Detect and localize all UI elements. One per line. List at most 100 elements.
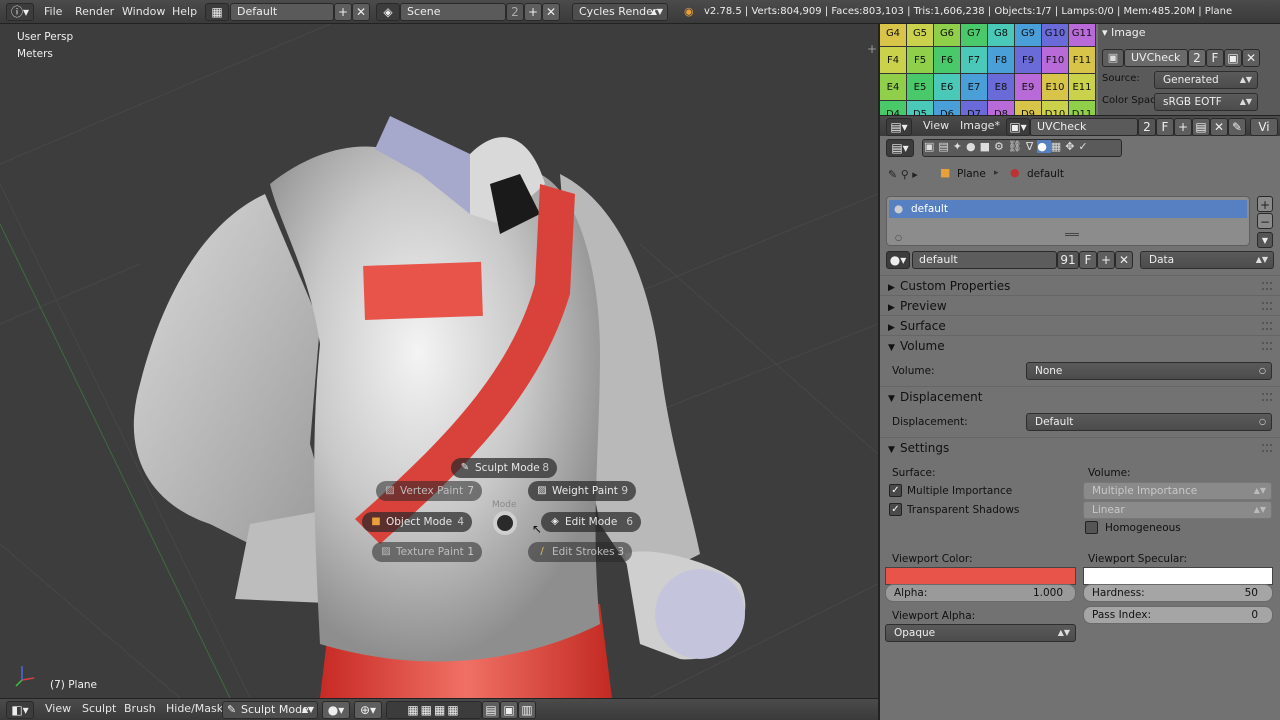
panel-settings[interactable]: ▼ Settings	[880, 437, 1280, 457]
image-fake-user-button[interactable]: F	[1206, 49, 1224, 67]
pie-item-vertex-paint[interactable]: ▨ Vertex Paint 7	[376, 481, 482, 501]
list-filter-icon[interactable]: ○	[895, 233, 902, 242]
list-resize-handle[interactable]	[1065, 233, 1079, 236]
material-unlink-button[interactable]: ✕	[1115, 251, 1133, 269]
object-data-icon: ■	[940, 166, 951, 179]
view3d-editor-type-button[interactable]: ◧▾	[6, 701, 34, 719]
image-browse-icon[interactable]: ▣	[1102, 49, 1124, 67]
panel-custom-properties[interactable]: ▶ Custom Properties	[880, 275, 1280, 295]
panel-displacement[interactable]: ▼ Displacement	[880, 386, 1280, 406]
viewport-alpha-dropdown[interactable]: Opaque ▲▼	[885, 624, 1076, 642]
multiple-importance-checkbox[interactable]: ✓	[889, 484, 902, 497]
header-fake-user-button[interactable]: F	[1156, 118, 1174, 136]
3d-viewport[interactable]: User Persp Meters (7) Plane Mode ✎ Sculpt…	[0, 24, 878, 698]
remove-slot-button[interactable]: −	[1257, 213, 1273, 229]
image-menu-view[interactable]: View	[923, 117, 949, 135]
header-image-name-field[interactable]: UVCheck	[1030, 118, 1138, 136]
transparent-shadows-checkbox[interactable]: ✓	[889, 503, 902, 516]
material-link-dropdown[interactable]: Data ▲▼	[1140, 251, 1274, 269]
image-new-button[interactable]: ▣	[1224, 49, 1242, 67]
transparent-shadows-label: Transparent Shadows	[907, 504, 1020, 516]
menu-hide-mask[interactable]: Hide/Mask	[166, 700, 223, 718]
render-engine-dropdown[interactable]: Cycles Render ▲▼	[572, 3, 668, 21]
alpha-slider[interactable]: Alpha: 1.000	[885, 584, 1076, 602]
screen-layout-field[interactable]: Default	[230, 3, 334, 21]
menu-file[interactable]: File	[44, 3, 62, 21]
image-editor-type-button[interactable]: ▤▾	[886, 118, 912, 136]
header-new-image-button[interactable]: +	[1174, 118, 1192, 136]
menu-view[interactable]: View	[45, 700, 71, 718]
drag-handle-icon[interactable]	[1262, 342, 1272, 350]
viewport-add-region-button[interactable]: +	[867, 42, 877, 56]
panel-surface[interactable]: ▶ Surface	[880, 315, 1280, 335]
drag-handle-icon[interactable]	[1262, 302, 1272, 310]
panel-preview[interactable]: ▶ Preview	[880, 295, 1280, 315]
pie-item-edit-strokes[interactable]: / Edit Strokes 3	[528, 542, 632, 562]
image-menu-image[interactable]: Image*	[960, 117, 1000, 135]
pivot-point-dropdown[interactable]: ⊕▾	[354, 701, 382, 719]
image-editor[interactable]: G4 G5 G6 G7 G8 G9 G10 G11 F4 F5 F6 F7 F8 F9 F10 F11 E4 E5…	[880, 24, 1280, 116]
pie-item-texture-paint[interactable]: ▨ Texture Paint 1	[372, 542, 482, 562]
menu-window[interactable]: Window	[122, 3, 165, 21]
pie-item-edit-mode[interactable]: ◈ Edit Mode 6	[541, 512, 641, 532]
viewport-specular-swatch[interactable]	[1083, 567, 1273, 585]
panel-volume[interactable]: ▼ Volume	[880, 335, 1280, 355]
delete-screen-button[interactable]: ✕	[352, 3, 370, 21]
material-name-field[interactable]: default	[912, 251, 1057, 269]
screen-layout-icon[interactable]: ▦	[205, 3, 229, 21]
image-name-field[interactable]: UVCheck	[1124, 49, 1188, 67]
volume-interpolation-dropdown[interactable]: Linear ▲▼	[1083, 501, 1272, 519]
drag-handle-icon[interactable]	[1262, 444, 1272, 452]
header-open-image-button[interactable]: ▤	[1192, 118, 1210, 136]
menu-help[interactable]: Help	[172, 3, 197, 21]
volume-dropdown[interactable]: None ○	[1026, 362, 1272, 380]
material-fake-user-button[interactable]: F	[1079, 251, 1097, 269]
menu-sculpt[interactable]: Sculpt	[82, 700, 116, 718]
material-browse-button[interactable]: ●▾	[886, 251, 910, 269]
delete-scene-button[interactable]: ✕	[542, 3, 560, 21]
material-new-button[interactable]: +	[1097, 251, 1115, 269]
add-screen-button[interactable]: +	[334, 3, 352, 21]
volume-sampling-dropdown[interactable]: Multiple Importance ▲▼	[1083, 482, 1272, 500]
header-view-mode-button[interactable]: Vi	[1250, 118, 1278, 136]
viewport-color-swatch[interactable]	[885, 567, 1076, 585]
image-unlink-button[interactable]: ✕	[1242, 49, 1260, 67]
layer-buttons[interactable]: ▦▦▦▦	[386, 701, 482, 719]
material-slot-row[interactable]: ● default	[889, 200, 1247, 218]
drag-handle-icon[interactable]	[1262, 282, 1272, 290]
pass-index-label: Pass Index:	[1092, 609, 1152, 621]
pie-item-weight-paint[interactable]: ▨ Weight Paint 9	[528, 481, 636, 501]
context-tab-icons[interactable]: ▣▤✦●■⚙⛓∇●▦✥✓	[924, 140, 1092, 153]
add-scene-button[interactable]: +	[524, 3, 542, 21]
pie-key: 8	[542, 462, 549, 474]
homogeneous-checkbox[interactable]	[1085, 521, 1098, 534]
lock-layers-icon[interactable]: ▤	[482, 701, 500, 719]
pass-index-field[interactable]: Pass Index: 0	[1083, 606, 1273, 624]
render-preview-icon[interactable]: ▣	[500, 701, 518, 719]
slot-specials-button[interactable]: ▼	[1257, 232, 1273, 248]
menu-brush[interactable]: Brush	[124, 700, 156, 718]
material-slot-list[interactable]: ● default ○	[886, 196, 1250, 246]
properties-editor-type-button[interactable]: ▤▾	[886, 139, 914, 157]
source-dropdown[interactable]: Generated ▲▼	[1154, 71, 1258, 89]
drag-handle-icon[interactable]	[1262, 322, 1272, 330]
pie-item-sculpt-mode[interactable]: ✎ Sculpt Mode 8	[451, 458, 557, 478]
menu-render[interactable]: Render	[75, 3, 114, 21]
viewport-shading-dropdown[interactable]: ●▾	[322, 701, 350, 719]
drag-handle-icon[interactable]	[1262, 393, 1272, 401]
pie-item-object-mode[interactable]: ■ Object Mode 4	[362, 512, 472, 532]
material-tab-icon[interactable]: ●	[1037, 140, 1051, 153]
image-browse-button[interactable]: ▣▾	[1006, 118, 1030, 136]
scene-icon[interactable]: ◈	[376, 3, 400, 21]
pin-icon[interactable]: ✎ ⚲ ▸	[888, 168, 918, 181]
colorspace-dropdown[interactable]: sRGB EOTF ▲▼	[1154, 93, 1258, 111]
hardness-slider[interactable]: Hardness: 50	[1083, 584, 1273, 602]
info-editor-type-button[interactable]: ⓘ▾	[6, 3, 34, 21]
scene-field[interactable]: Scene	[400, 3, 506, 21]
displacement-dropdown[interactable]: Default ○	[1026, 413, 1272, 431]
header-unlink-image-button[interactable]: ✕	[1210, 118, 1228, 136]
render-animation-icon[interactable]: ▥	[518, 701, 536, 719]
add-slot-button[interactable]: +	[1257, 196, 1273, 212]
pin-image-icon[interactable]: ✎	[1228, 118, 1246, 136]
mode-dropdown[interactable]: ✎ Sculpt Mode ▲▼	[222, 701, 318, 719]
